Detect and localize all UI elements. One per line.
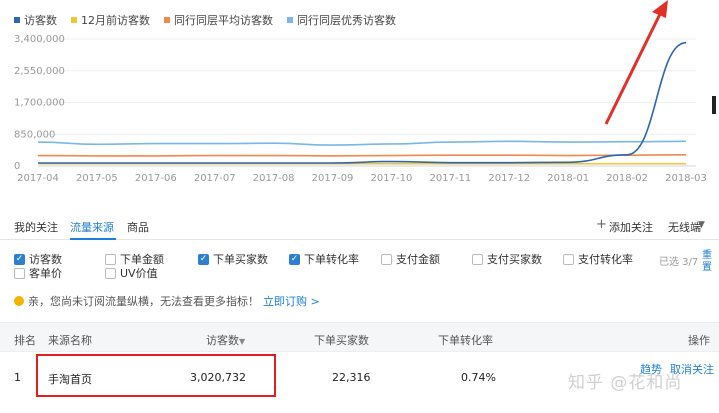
checkbox-unchecked-icon[interactable] bbox=[472, 253, 483, 265]
subscribe-now-link[interactable]: 立即订购 > bbox=[263, 293, 320, 309]
notice-text: 亲，您尚未订阅流量纵横，无法查看更多指标！ bbox=[28, 295, 259, 308]
col-rank: 排名 bbox=[14, 334, 36, 347]
checkbox-unchecked-icon[interactable] bbox=[14, 267, 25, 279]
metric-checkbox[interactable]: UV价值 bbox=[105, 265, 158, 281]
series-line[interactable] bbox=[37, 153, 687, 157]
legend-label: 同行同层优秀访客数 bbox=[297, 14, 396, 27]
visitor-trend-chart: 3,400,000 2,550,000 1,700,000 850,000 0 2017… bbox=[14, 0, 707, 184]
metric-checkbox[interactable]: 支付买家数 bbox=[472, 251, 542, 267]
selected-count: 已选 3/7 bbox=[659, 257, 699, 268]
x-tick-label: 2018-02 bbox=[606, 173, 648, 184]
cell-rank: 1 bbox=[14, 371, 21, 384]
metric-label: 下单转化率 bbox=[304, 253, 359, 266]
plus-icon[interactable]: + bbox=[596, 217, 607, 232]
checkbox-unchecked-icon[interactable] bbox=[105, 253, 116, 265]
y-axis-ticks: 3,400,000 2,550,000 1,700,000 850,000 0 bbox=[14, 34, 65, 172]
warning-icon bbox=[14, 296, 24, 306]
cell-order-buyers: 22,316 bbox=[332, 371, 371, 384]
x-tick-label: 2017-12 bbox=[488, 173, 530, 184]
reset-link[interactable]: 重置 bbox=[702, 250, 714, 274]
y-tick-label: 0 bbox=[14, 161, 20, 172]
highlight-box-annotation bbox=[36, 354, 276, 397]
red-arrow-annotation bbox=[604, 0, 668, 125]
checkbox-unchecked-icon[interactable] bbox=[381, 253, 392, 265]
col-visitors-label: 访客数 bbox=[206, 334, 239, 347]
cell-order-conversion: 0.74% bbox=[461, 371, 496, 384]
x-tick-label: 2017-06 bbox=[135, 173, 177, 184]
checkbox-checked-icon[interactable]: ✓ bbox=[14, 253, 25, 265]
section-tabs: 我的关注 流量来源 商品 + 添加关注 无线端 ▼ bbox=[0, 210, 719, 240]
x-tick-label: 2017-10 bbox=[371, 173, 413, 184]
col-order-conversion[interactable]: 下单转化率 bbox=[438, 332, 493, 348]
sort-desc-icon: ▼ bbox=[239, 337, 246, 346]
x-tick-label: 2017-04 bbox=[17, 173, 59, 184]
col-order-buyers[interactable]: 下单买家数 bbox=[314, 332, 369, 348]
legend-label: 12月前访客数 bbox=[81, 14, 150, 27]
checkbox-unchecked-icon[interactable] bbox=[105, 267, 116, 279]
chevron-down-icon[interactable]: ▼ bbox=[698, 220, 705, 230]
watermark: 知乎 @花和尚 bbox=[568, 373, 683, 393]
legend-item-visitors[interactable]: 访客数 bbox=[14, 12, 57, 28]
checkbox-checked-icon[interactable]: ✓ bbox=[289, 253, 300, 265]
series-line[interactable] bbox=[37, 140, 687, 146]
col-visitors[interactable]: 访客数▼ bbox=[206, 332, 245, 348]
subscription-notice: 亲，您尚未订阅流量纵横，无法查看更多指标！ 立即订购 > bbox=[14, 293, 320, 309]
metric-checkbox[interactable]: ✓ 下单转化率 bbox=[289, 251, 359, 267]
legend-item-visitors-12m[interactable]: 12月前访客数 bbox=[71, 12, 150, 28]
scrollbar-thumb[interactable] bbox=[712, 96, 716, 114]
metric-label: 支付转化率 bbox=[578, 253, 633, 266]
x-tick-label: 2018-03 bbox=[665, 173, 707, 184]
legend-square-icon bbox=[287, 17, 293, 23]
y-tick-label: 2,550,000 bbox=[14, 66, 65, 77]
metric-checkbox[interactable]: 客单价 bbox=[14, 265, 62, 281]
legend-item-peer-average[interactable]: 同行同层平均访客数 bbox=[164, 12, 273, 28]
y-tick-label: 3,400,000 bbox=[14, 34, 65, 45]
metric-label: UV价值 bbox=[120, 267, 158, 280]
legend-item-peer-excellent[interactable]: 同行同层优秀访客数 bbox=[287, 12, 396, 28]
col-source-name: 来源名称 bbox=[48, 334, 92, 347]
checkbox-checked-icon[interactable]: ✓ bbox=[198, 253, 209, 265]
metric-checkbox[interactable]: 支付金额 bbox=[381, 251, 440, 267]
legend-square-icon bbox=[164, 17, 170, 23]
chart-grid bbox=[38, 38, 696, 167]
x-tick-label: 2017-05 bbox=[76, 173, 118, 184]
tab-products[interactable]: 商品 bbox=[127, 219, 149, 235]
active-tab-indicator bbox=[70, 238, 116, 240]
x-tick-label: 2018-01 bbox=[547, 173, 589, 184]
add-follow-button[interactable]: 添加关注 bbox=[609, 219, 653, 235]
checkbox-unchecked-icon[interactable] bbox=[563, 253, 574, 265]
x-axis-ticks: 2017-04 2017-05 2017-06 2017-07 2017-08 2017-… bbox=[17, 173, 707, 184]
col-actions: 操作 bbox=[688, 334, 710, 347]
metric-label: 支付买家数 bbox=[487, 253, 542, 266]
metric-label: 客单价 bbox=[29, 267, 62, 280]
x-tick-label: 2017-09 bbox=[312, 173, 354, 184]
x-tick-label: 2017-07 bbox=[194, 173, 236, 184]
chart-series bbox=[37, 41, 687, 165]
legend-label: 访客数 bbox=[24, 14, 57, 27]
y-tick-label: 850,000 bbox=[14, 129, 55, 140]
metric-checkbox[interactable]: 支付转化率 bbox=[563, 251, 633, 267]
metric-label: 支付金额 bbox=[396, 253, 440, 266]
table-header: 排名 来源名称 访客数▼ 下单买家数 下单转化率 操作 bbox=[0, 322, 719, 352]
wireless-dropdown[interactable]: 无线端 bbox=[668, 219, 701, 235]
chart-legend: 访客数 12月前访客数 同行同层平均访客数 同行同层优秀访客数 bbox=[14, 12, 396, 28]
legend-square-icon bbox=[71, 17, 77, 23]
x-tick-label: 2017-08 bbox=[253, 173, 295, 184]
legend-square-icon bbox=[14, 17, 20, 23]
metric-label: 下单买家数 bbox=[213, 253, 268, 266]
tab-my-follow[interactable]: 我的关注 bbox=[14, 219, 58, 235]
tab-traffic-source[interactable]: 流量来源 bbox=[70, 219, 114, 235]
y-tick-label: 1,700,000 bbox=[14, 98, 65, 109]
metric-checkbox[interactable]: ✓ 下单买家数 bbox=[198, 251, 268, 267]
legend-label: 同行同层平均访客数 bbox=[174, 14, 273, 27]
x-tick-label: 2017-11 bbox=[429, 173, 471, 184]
